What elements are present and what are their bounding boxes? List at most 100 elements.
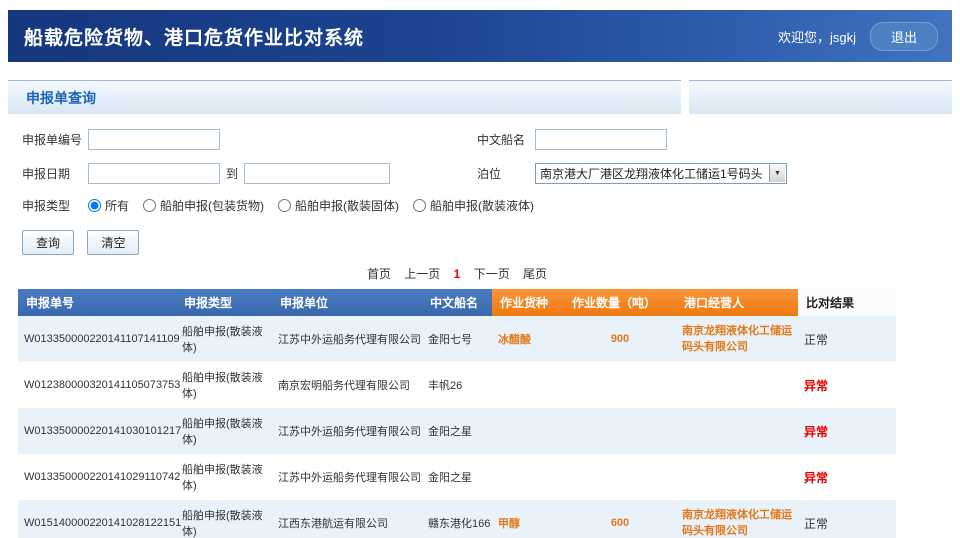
page-last-link[interactable]: 尾页 (523, 267, 547, 281)
cell-quantity (564, 454, 676, 500)
cell-ship-name: 金阳七号 (422, 316, 492, 362)
chevron-down-icon[interactable]: ▼ (769, 165, 785, 182)
tab-band-left: 申报单查询 (8, 80, 681, 114)
radio-bulk-solid[interactable]: 船舶申报(散装固体) (278, 197, 399, 214)
table-row: W013350000220141030101217 船舶申报(散装液体) 江苏中… (18, 408, 896, 454)
col-header-cargo: 作业货种 (492, 289, 564, 316)
table-row: W013350000220141107141109 船舶申报(散装液体) 江苏中… (18, 316, 896, 362)
page-prev-link[interactable]: 上一页 (404, 267, 440, 281)
cell-quantity: 600 (564, 500, 676, 538)
col-header-ship-name: 中文船名 (422, 289, 492, 316)
berth-select[interactable]: 南京港大厂港区龙翔液体化工储运1号码头 ▼ (535, 163, 787, 184)
cell-operator (676, 408, 798, 454)
cell-quantity (564, 408, 676, 454)
cell-cargo: 冰醋酸 (492, 316, 564, 362)
cell-company: 江苏中外运船务代理有限公司 (272, 408, 422, 454)
cell-result: 正常 (798, 316, 896, 362)
date-from-input[interactable] (88, 163, 220, 184)
cell-decl-no: W015140000220141028122151 (18, 500, 176, 538)
cell-ship-name: 丰帆26 (422, 362, 492, 408)
cell-decl-no: W013350000220141029110742 (18, 454, 176, 500)
cell-decl-type: 船舶申报(散装液体) (176, 408, 272, 454)
cell-company: 南京宏明船务代理有限公司 (272, 362, 422, 408)
tab-band: 申报单查询 (8, 80, 952, 114)
decl-no-input[interactable] (88, 129, 220, 150)
cell-quantity: 900 (564, 316, 676, 362)
ship-name-label: 中文船名 (477, 131, 535, 148)
cell-result: 正常 (798, 500, 896, 538)
radio-packaged-goods[interactable]: 船舶申报(包装货物) (143, 197, 264, 214)
cell-result: 异常 (798, 408, 896, 454)
cell-ship-name: 金阳之星 (422, 454, 492, 500)
col-header-quantity: 作业数量（吨） (564, 289, 676, 316)
results-table: 申报单号 申报类型 申报单位 中文船名 作业货种 作业数量（吨） 港口经营人 比… (18, 289, 896, 538)
cell-quantity (564, 362, 676, 408)
col-header-result: 比对结果 (798, 289, 896, 316)
cell-operator: 南京龙翔液体化工储运码头有限公司 (676, 500, 798, 538)
tab-band-right (689, 80, 952, 114)
cell-cargo: 甲醇 (492, 500, 564, 538)
cell-decl-type: 船舶申报(散装液体) (176, 454, 272, 500)
header-right: 欢迎您，jsgkj 退出 (778, 22, 938, 51)
col-header-company: 申报单位 (272, 289, 422, 316)
app-header: 船载危险货物、港口危货作业比对系统 欢迎您，jsgkj 退出 (8, 10, 952, 62)
page: 船载危险货物、港口危货作业比对系统 欢迎您，jsgkj 退出 申报单查询 申报单… (0, 0, 960, 538)
date-field-group: 申报日期 到 (22, 163, 477, 184)
radio-all-label: 所有 (105, 197, 129, 214)
cell-operator (676, 362, 798, 408)
col-header-decl-no: 申报单号 (18, 289, 176, 316)
decl-no-label: 申报单编号 (22, 131, 88, 148)
form-row-1: 申报单编号 中文船名 (8, 129, 952, 150)
cell-decl-type: 船舶申报(散装液体) (176, 500, 272, 538)
tab-band-gap (681, 80, 689, 114)
cell-decl-type: 船舶申报(散装液体) (176, 362, 272, 408)
table-row: W015140000220141028122151 船舶申报(散装液体) 江西东… (18, 500, 896, 538)
table-row: W013350000220141029110742 船舶申报(散装液体) 江苏中… (18, 454, 896, 500)
decl-no-field-group: 申报单编号 (22, 129, 477, 150)
form-buttons: 查询 清空 (8, 230, 952, 255)
cell-cargo (492, 408, 564, 454)
pagination-top: 首页 上一页 1 下一页 尾页 (18, 265, 896, 282)
cell-decl-no: W012380000320141105073753 (18, 362, 176, 408)
page-next-link[interactable]: 下一页 (474, 267, 510, 281)
date-to-label: 到 (226, 165, 238, 182)
radio-bulk-liquid-input[interactable] (413, 199, 426, 212)
col-header-decl-type: 申报类型 (176, 289, 272, 316)
page-first-link[interactable]: 首页 (367, 267, 391, 281)
radio-packaged-goods-input[interactable] (143, 199, 156, 212)
cell-company: 江苏中外运船务代理有限公司 (272, 316, 422, 362)
cell-ship-name: 金阳之星 (422, 408, 492, 454)
radio-bulk-liquid-label: 船舶申报(散装液体) (430, 197, 534, 214)
date-to-input[interactable] (244, 163, 390, 184)
cell-decl-no: W013350000220141030101217 (18, 408, 176, 454)
radio-bulk-solid-input[interactable] (278, 199, 291, 212)
radio-all[interactable]: 所有 (88, 197, 129, 214)
col-header-operator: 港口经营人 (676, 289, 798, 316)
page-current: 1 (454, 267, 461, 281)
radio-packaged-goods-label: 船舶申报(包装货物) (160, 197, 264, 214)
cell-decl-type: 船舶申报(散装液体) (176, 316, 272, 362)
table-header-row: 申报单号 申报类型 申报单位 中文船名 作业货种 作业数量（吨） 港口经营人 比… (18, 289, 896, 316)
page-title: 申报单查询 (8, 88, 96, 108)
clear-button[interactable]: 清空 (87, 230, 139, 255)
radio-bulk-solid-label: 船舶申报(散装固体) (295, 197, 399, 214)
query-button[interactable]: 查询 (22, 230, 74, 255)
radio-all-input[interactable] (88, 199, 101, 212)
date-label: 申报日期 (22, 165, 88, 182)
ship-name-field-group: 中文船名 (477, 129, 667, 150)
cell-operator: 南京龙翔液体化工储运码头有限公司 (676, 316, 798, 362)
cell-cargo (492, 362, 564, 408)
form-row-3: 申报类型 所有 船舶申报(包装货物) 船舶申报(散装固体) 船舶申报(散装液体) (8, 197, 952, 214)
decl-type-label: 申报类型 (22, 197, 88, 214)
cell-cargo (492, 454, 564, 500)
ship-name-input[interactable] (535, 129, 667, 150)
radio-bulk-liquid[interactable]: 船舶申报(散装液体) (413, 197, 534, 214)
cell-operator (676, 454, 798, 500)
cell-result: 异常 (798, 362, 896, 408)
cell-ship-name: 赣东港化166 (422, 500, 492, 538)
cell-decl-no: W013350000220141107141109 (18, 316, 176, 362)
logout-button[interactable]: 退出 (870, 22, 938, 51)
table-row: W012380000320141105073753 船舶申报(散装液体) 南京宏… (18, 362, 896, 408)
welcome-text: 欢迎您，jsgkj (778, 27, 856, 46)
cell-company: 江苏中外运船务代理有限公司 (272, 454, 422, 500)
